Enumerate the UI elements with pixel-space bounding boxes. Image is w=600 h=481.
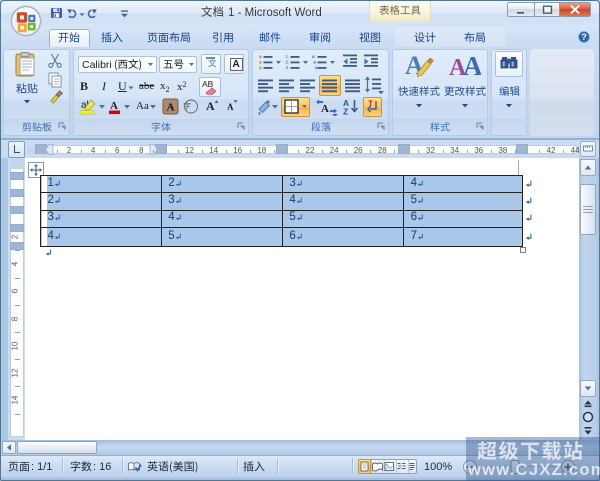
svg-text:3.: 3.: [286, 65, 290, 70]
svg-text:A: A: [321, 103, 329, 115]
svg-text:A: A: [227, 102, 234, 112]
svg-text:Z: Z: [343, 107, 348, 117]
svg-text:A: A: [463, 51, 481, 80]
svg-text:Aa: Aa: [136, 100, 149, 112]
svg-text:?: ?: [581, 32, 587, 42]
svg-text:AB: AB: [202, 79, 214, 89]
svg-text:2.: 2.: [286, 60, 290, 65]
svg-text:A: A: [206, 99, 215, 113]
svg-text:1.: 1.: [286, 54, 290, 59]
svg-text:A: A: [167, 102, 175, 114]
svg-text:A: A: [110, 100, 118, 112]
